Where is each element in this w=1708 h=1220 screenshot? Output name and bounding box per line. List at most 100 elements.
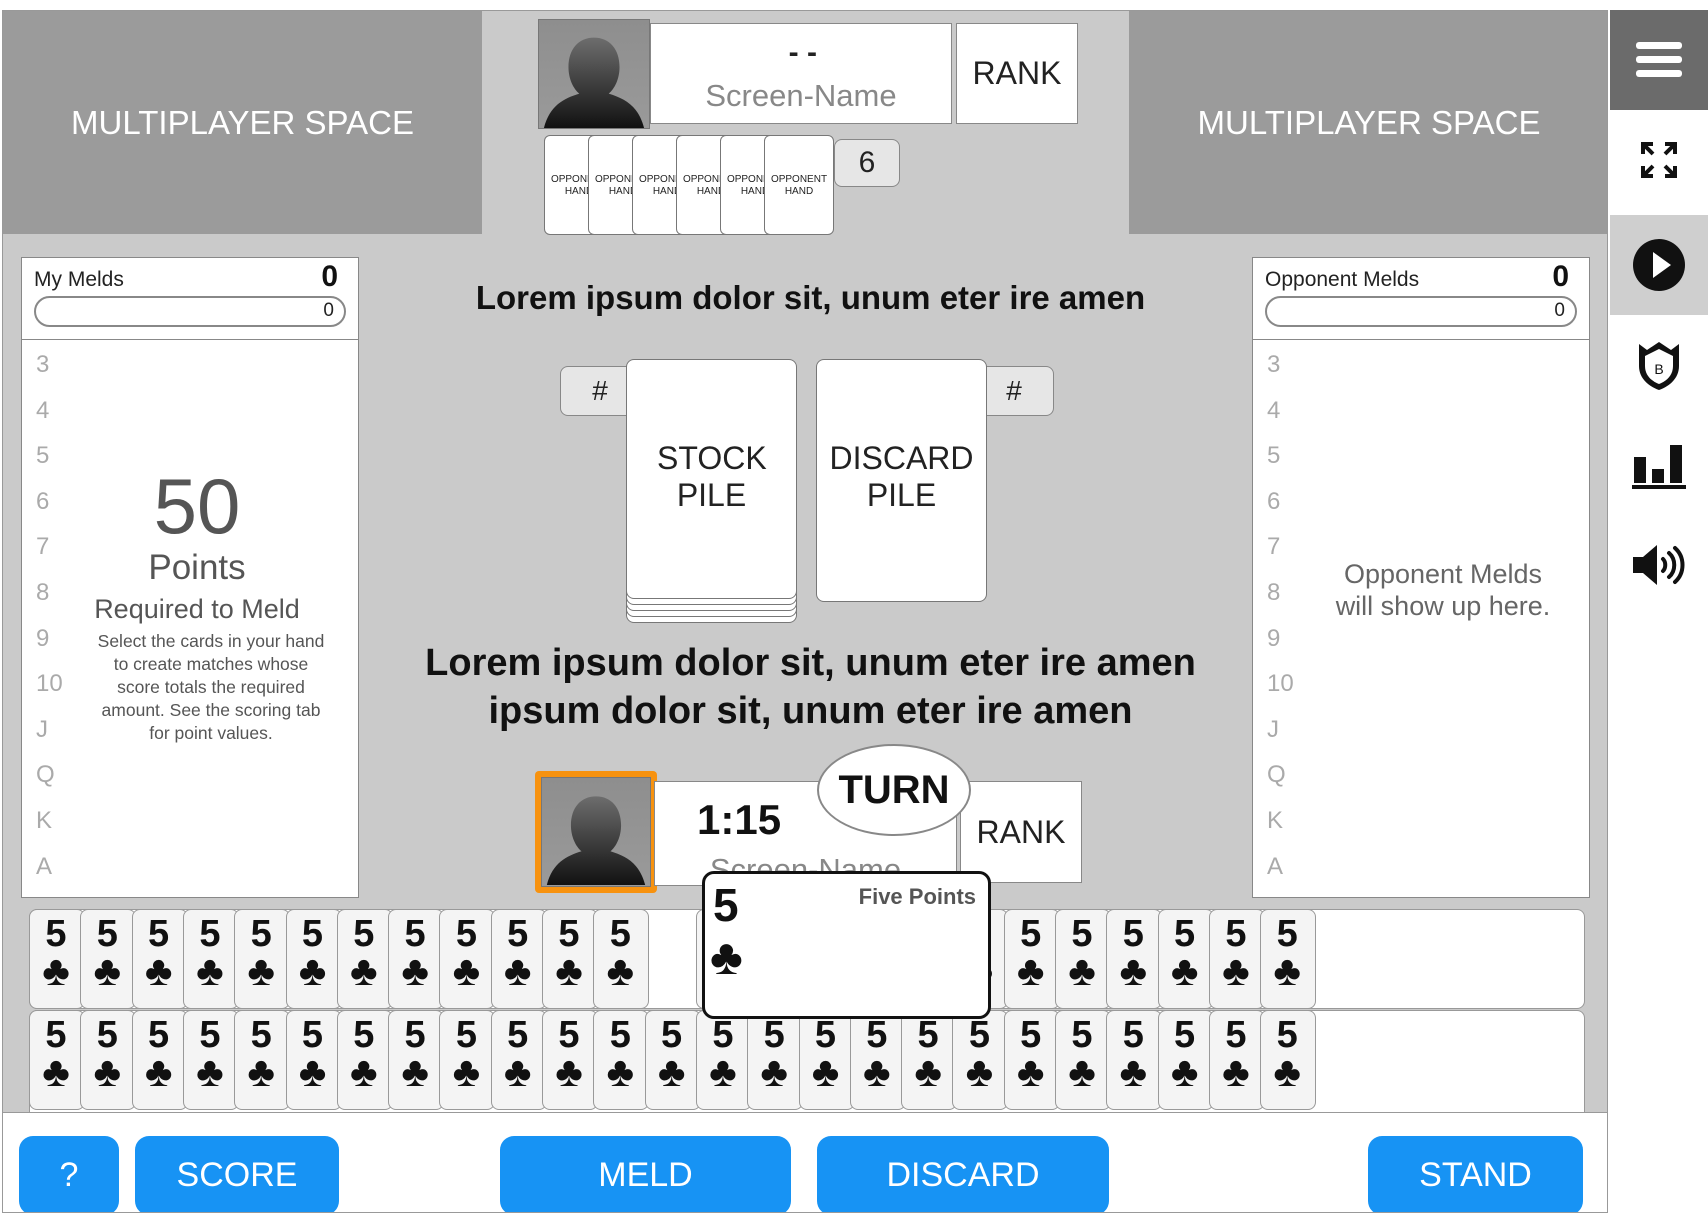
opponent-avatar[interactable] bbox=[538, 19, 650, 129]
hand-card[interactable]: 5♣ bbox=[1055, 1010, 1111, 1110]
hand-card[interactable]: 5♣ bbox=[901, 1010, 958, 1110]
selected-card-points: Five Points bbox=[858, 884, 976, 909]
hand-card[interactable]: 5♣ bbox=[542, 1010, 598, 1110]
hand-card[interactable]: 5♣ bbox=[336, 1010, 393, 1110]
club-icon: ♣ bbox=[350, 947, 378, 994]
club-icon: ♣ bbox=[1119, 947, 1148, 994]
hand-card[interactable]: 5♣ bbox=[29, 1010, 85, 1110]
rank-label: 6 bbox=[1267, 487, 1281, 515]
hand-card[interactable]: 5♣ bbox=[1055, 909, 1111, 1009]
hand-card[interactable]: 5♣ bbox=[1157, 1010, 1214, 1110]
club-icon: ♣ bbox=[503, 1048, 532, 1095]
meld-button[interactable]: MELD bbox=[500, 1136, 791, 1212]
stock-pile[interactable]: STOCK PILE bbox=[626, 359, 797, 599]
turn-indicator-label: TURN bbox=[838, 767, 950, 812]
hand-card[interactable]: 5♣ bbox=[1157, 909, 1214, 1009]
hand-card[interactable]: 5♣ bbox=[1260, 909, 1317, 1009]
club-icon: ♣ bbox=[1016, 1048, 1045, 1095]
hand-card[interactable]: 5♣ bbox=[1208, 909, 1265, 1009]
discard-button[interactable]: DISCARD bbox=[817, 1136, 1109, 1212]
hand-card[interactable]: 5♣ bbox=[234, 1010, 291, 1110]
hand-card[interactable]: 5♣ bbox=[336, 909, 393, 1009]
hand-card[interactable]: 5♣ bbox=[80, 1010, 137, 1110]
hand-card[interactable]: 5♣ bbox=[644, 1010, 701, 1110]
selected-card[interactable]: 5 ♣ Five Points bbox=[702, 871, 991, 1019]
rank-label: 3 bbox=[1267, 351, 1281, 378]
rank-label: 9 bbox=[1267, 624, 1281, 652]
opponent-info-box: - - Screen-Name bbox=[650, 23, 952, 124]
hand-card[interactable]: 5♣ bbox=[1106, 909, 1163, 1009]
club-icon: ♣ bbox=[965, 1048, 994, 1095]
help-button[interactable]: ? bbox=[19, 1136, 119, 1212]
discard-pile[interactable]: DISCARD PILE bbox=[816, 359, 987, 602]
stand-button[interactable]: STAND bbox=[1368, 1136, 1583, 1212]
club-icon: ♣ bbox=[811, 1048, 840, 1095]
sidebar: B bbox=[1610, 10, 1708, 1213]
points-label: Points bbox=[148, 548, 246, 587]
hand-card[interactable]: 5♣ bbox=[542, 909, 598, 1009]
meld-instructions: Select the cards in your hand to create … bbox=[97, 631, 325, 743]
hand-card[interactable]: 5♣ bbox=[388, 1010, 445, 1110]
hand-card[interactable]: 5♣ bbox=[1003, 909, 1060, 1009]
player-avatar[interactable] bbox=[541, 777, 651, 887]
opponent-hand-count: 6 bbox=[834, 139, 900, 187]
club-icon: ♣ bbox=[247, 1048, 275, 1095]
menu-button[interactable] bbox=[1610, 10, 1708, 110]
hand-card[interactable]: 5♣ bbox=[490, 909, 547, 1009]
hand-card[interactable]: 5♣ bbox=[131, 1010, 188, 1110]
hand-card[interactable]: 5♣ bbox=[849, 1010, 906, 1110]
club-icon: ♣ bbox=[42, 1048, 70, 1095]
hand-card[interactable]: 5♣ bbox=[798, 1010, 855, 1110]
fullscreen-button[interactable] bbox=[1610, 110, 1708, 210]
hand-card[interactable]: 5♣ bbox=[285, 1010, 342, 1110]
hand-card[interactable]: 5♣ bbox=[439, 1010, 496, 1110]
hand-card[interactable]: 5♣ bbox=[1003, 1010, 1060, 1110]
hand-card[interactable]: 5♣ bbox=[285, 909, 342, 1009]
badge-button[interactable]: B bbox=[1610, 315, 1708, 415]
opponent-hand-card-label: OPPONENT HAND bbox=[770, 174, 828, 197]
hand-card[interactable]: 5♣ bbox=[747, 1010, 804, 1110]
rank-label: K bbox=[36, 806, 53, 834]
hand-card[interactable]: 5♣ bbox=[182, 1010, 239, 1110]
stats-button[interactable] bbox=[1610, 415, 1708, 515]
score-button[interactable]: SCORE bbox=[135, 1136, 339, 1212]
person-silhouette-icon bbox=[546, 796, 646, 886]
hand-card[interactable]: 5♣ bbox=[439, 909, 496, 1009]
multiplayer-space-right[interactable]: MULTIPLAYER SPACE bbox=[1129, 11, 1607, 234]
hand-card[interactable]: 5♣ bbox=[131, 909, 188, 1009]
hand-card[interactable]: 5♣ bbox=[80, 909, 137, 1009]
club-icon: ♣ bbox=[606, 1048, 635, 1095]
rank-label: 8 bbox=[1267, 578, 1281, 606]
club-icon: ♣ bbox=[298, 1048, 327, 1095]
status-message-top: Lorem ipsum dolor sit, unum eter ire ame… bbox=[475, 279, 1146, 316]
hand-card[interactable]: 5♣ bbox=[182, 909, 239, 1009]
hand-card[interactable]: 5♣ bbox=[1208, 1010, 1265, 1110]
multiplayer-space-left[interactable]: MULTIPLAYER SPACE bbox=[3, 11, 482, 234]
player-rank[interactable]: RANK bbox=[960, 781, 1082, 883]
hand-card[interactable]: 5♣ bbox=[1260, 1010, 1317, 1110]
hand-card[interactable]: 5♣ bbox=[234, 909, 291, 1009]
hand-card[interactable]: 5♣ bbox=[952, 1010, 1009, 1110]
hand-card[interactable]: 5♣ bbox=[29, 909, 85, 1009]
fullscreen-icon bbox=[1641, 142, 1677, 178]
club-icon: ♣ bbox=[503, 947, 532, 994]
my-melds-progress-bar: 0 bbox=[34, 296, 346, 327]
club-icon: ♣ bbox=[350, 1048, 378, 1095]
hand-card[interactable]: 5♣ bbox=[593, 1010, 650, 1110]
hand-card[interactable]: 5♣ bbox=[388, 909, 445, 1009]
hand-card[interactable]: 5♣ bbox=[1106, 1010, 1163, 1110]
club-icon: ♣ bbox=[863, 1048, 891, 1095]
hand-card[interactable]: 5♣ bbox=[593, 909, 650, 1009]
opponent-rank[interactable]: RANK bbox=[956, 23, 1078, 124]
club-icon: ♣ bbox=[452, 1048, 481, 1095]
club-icon: ♣ bbox=[760, 1048, 788, 1095]
play-button[interactable] bbox=[1610, 215, 1708, 315]
hand-card[interactable]: 5♣ bbox=[490, 1010, 547, 1110]
club-icon: ♣ bbox=[144, 947, 173, 994]
club-icon: ♣ bbox=[1273, 947, 1301, 994]
opponent-melds-header: Opponent Melds 0 0 bbox=[1253, 258, 1589, 340]
rank-label: Q bbox=[1267, 761, 1286, 789]
hand-card[interactable]: 5♣ bbox=[695, 1010, 752, 1110]
volume-button[interactable] bbox=[1610, 515, 1708, 615]
player-hand: 5 ♣ 5 ♣ 5 ♣ 5 ♣ 5 ♣ 5 ♣ 5 ♣ 5 ♣ 5 ♣ 5 ♣ 5 ♣ 5 ♣ 5 ♣ 5 ♣ 5 ♣ 5 ♣ 5 ♣ 5 ♣ 5 ♣ 5 ♣… bbox=[29, 871, 1589, 1120]
